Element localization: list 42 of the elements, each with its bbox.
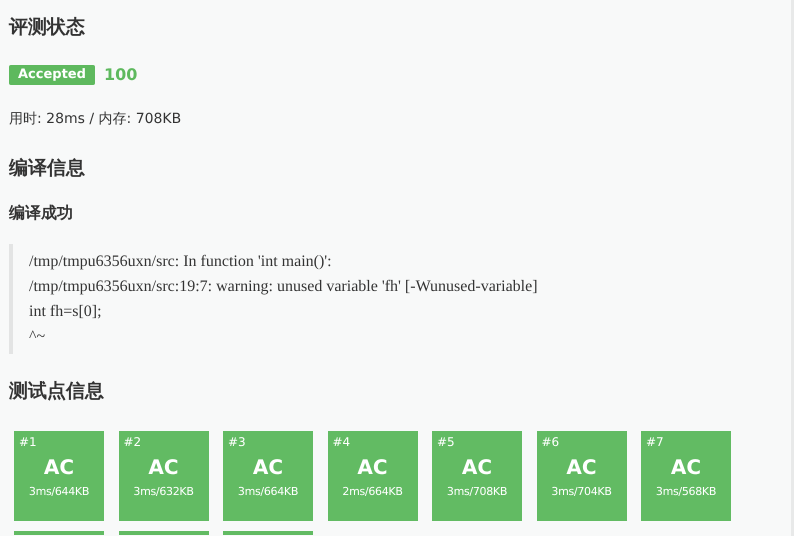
output-line: /tmp/tmpu6356uxn/src:19:7: warning: unused variable 'fh' [-Wunused-variable] (29, 277, 539, 297)
testcase-number: #4 (332, 434, 350, 451)
testcase-number: #6 (542, 434, 560, 451)
testcase-status: AC (357, 455, 388, 479)
section-heading: 编译信息 (9, 156, 86, 181)
testcase-usage: 3ms/632KB (133, 485, 194, 499)
status-badge: Accepted (9, 65, 95, 85)
score-text: 100 (104, 64, 138, 86)
compile-result: 编译成功 (9, 202, 74, 224)
testcase-number: #7 (646, 434, 664, 451)
testcase-card[interactable] (118, 531, 208, 535)
testcase-usage: 3ms/704KB (551, 485, 612, 499)
testcase-status: AC (566, 455, 597, 479)
testcase-status: AC (252, 455, 284, 479)
testcase-card[interactable]: #2 AC 3ms/632KB (118, 431, 208, 521)
usage-text: 用时: 28ms / 内存: 708KB (9, 110, 182, 129)
testcase-card[interactable]: #1 AC 3ms/644KB (14, 431, 104, 521)
testcase-card[interactable]: #3 AC 3ms/664KB (223, 431, 313, 521)
testcase-card[interactable]: #7 AC 3ms/568KB (641, 431, 731, 521)
testcase-number: #5 (437, 434, 455, 451)
testcase-number: #1 (19, 434, 37, 451)
testcase-status: AC (670, 455, 702, 479)
testcase-usage: 3ms/664KB (238, 485, 298, 499)
testcase-usage: 3ms/644KB (28, 485, 90, 499)
testcase-number: #3 (228, 434, 246, 451)
testcase-card[interactable]: #5 AC 3ms/708KB (432, 431, 522, 521)
testcase-status: AC (148, 455, 179, 479)
testcase-card[interactable] (14, 531, 104, 535)
section-heading: 测试点信息 (9, 379, 105, 404)
output-line: ^~ (29, 327, 46, 347)
testcase-usage: 3ms/708KB (446, 485, 508, 499)
testcase-status: AC (44, 455, 74, 479)
testcase-number: #2 (124, 434, 142, 451)
testcase-usage: 3ms/568KB (656, 485, 716, 499)
output-line: /tmp/tmpu6356uxn/src: In function 'int main()': (29, 252, 333, 272)
testcase-card[interactable]: #6 AC 3ms/704KB (536, 431, 626, 521)
testcase-usage: 2ms/664KB (342, 485, 403, 499)
testcase-card[interactable]: #4 AC 2ms/664KB (328, 431, 418, 521)
testcase-status: AC (462, 455, 492, 479)
output-line: int fh=s[0]; (29, 302, 103, 322)
section-heading: 评测状态 (9, 15, 86, 40)
testcase-card[interactable] (223, 531, 313, 535)
